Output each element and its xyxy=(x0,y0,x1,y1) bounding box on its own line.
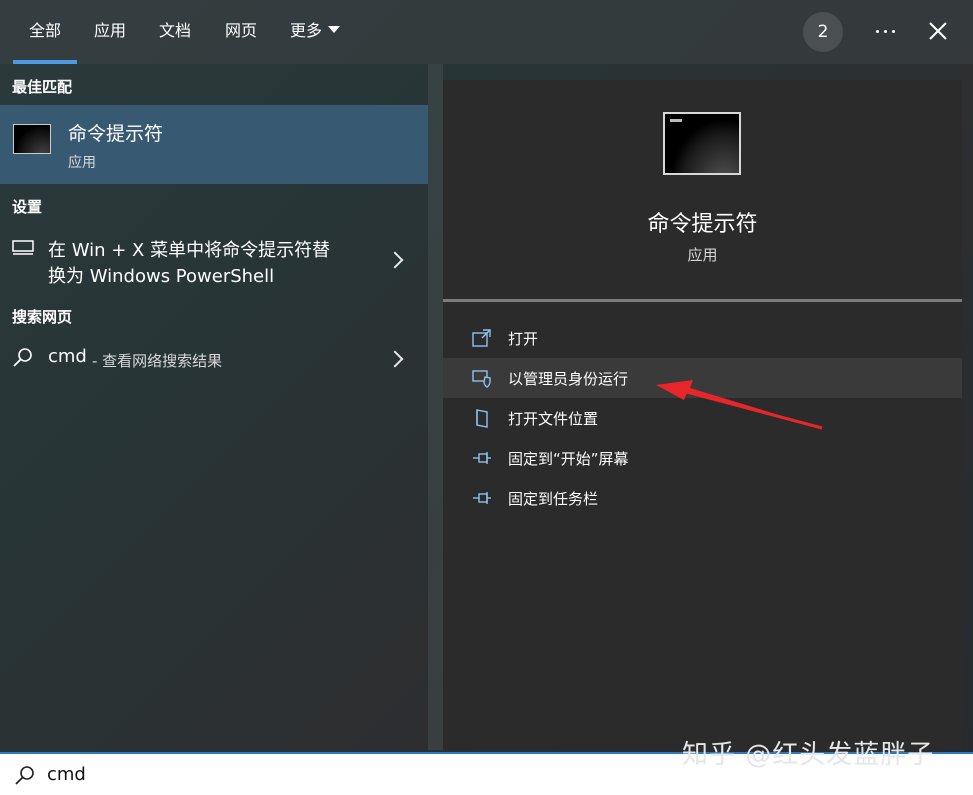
search-input[interactable]: cmd xyxy=(47,764,86,785)
watermark: 知乎 @红头发蓝胖子 xyxy=(682,740,935,770)
annotation-arrow xyxy=(656,380,823,430)
search-icon xyxy=(15,766,34,785)
